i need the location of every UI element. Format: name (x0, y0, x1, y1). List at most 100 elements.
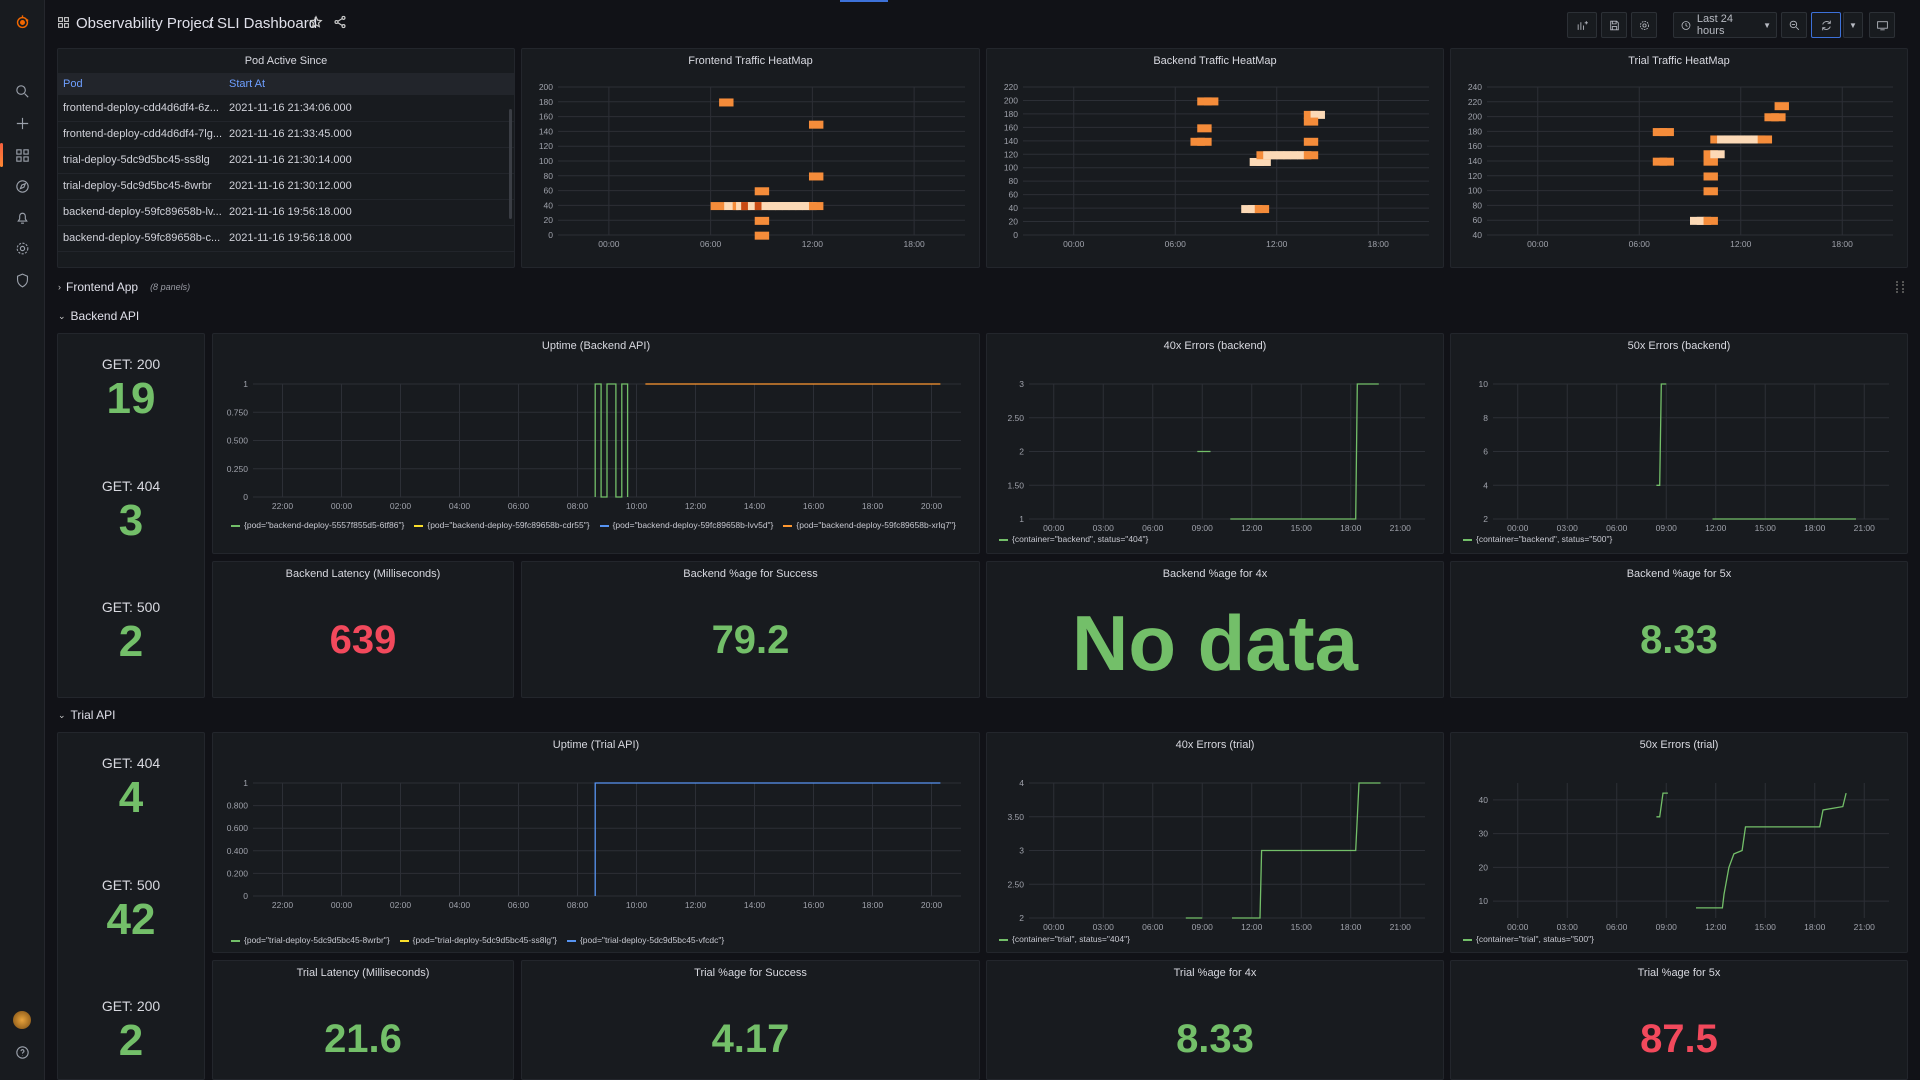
gear-icon[interactable] (10, 236, 34, 260)
x-tick-label: 18:00 (903, 239, 925, 249)
y-tick-label: 160 (1468, 141, 1482, 151)
status-code-count: 19 (106, 374, 156, 423)
time-picker-button[interactable]: Last 24 hours ▼ (1673, 12, 1777, 38)
y-tick-label: 4 (1019, 778, 1024, 788)
row-drag-handle[interactable] (1896, 281, 1904, 293)
table-row[interactable]: trial-deploy-5dc9d5bc45-8wrbr 2021-11-16 … (58, 173, 514, 200)
shield-icon[interactable] (10, 268, 34, 292)
legend-item[interactable]: {container="trial", status="500"} (1463, 934, 1594, 944)
refresh-button[interactable] (1811, 12, 1841, 38)
chart-legend: {pod="backend-deploy-5557f855d5-6tf86"} {… (231, 520, 956, 530)
share-icon[interactable] (333, 15, 347, 34)
legend-item[interactable]: {container="trial", status="404"} (999, 934, 1130, 944)
status-code-count: 42 (106, 894, 156, 944)
legend-swatch (999, 538, 1008, 541)
legend-item[interactable]: {pod="backend-deploy-59fc89658b-lvv5d"} (599, 520, 773, 530)
star-icon[interactable] (309, 15, 323, 34)
help-icon[interactable] (10, 1040, 34, 1064)
x-tick-label: 18:00 (1340, 523, 1362, 533)
errors-40x-trial-panel: 40x Errors (trial) 2 2.50 3 3.50 4 00:00 03:00… (986, 732, 1444, 953)
legend-label: {pod="backend-deploy-59fc89658b-cdr55"} (427, 520, 590, 530)
grafana-logo-icon[interactable] (10, 10, 34, 34)
save-dashboard-button[interactable] (1601, 12, 1627, 38)
heatmap-cell (1303, 151, 1319, 160)
zoom-out-button[interactable] (1781, 12, 1807, 38)
start-at-cell: 2021-11-16 21:34:06.000 (224, 95, 514, 122)
y-tick-label: 100 (1468, 186, 1482, 196)
y-tick-label: 40 (1009, 203, 1019, 213)
y-tick-label: 0.800 (227, 801, 249, 811)
legend-item[interactable]: {pod="backend-deploy-59fc89658b-xrlq7"} (783, 520, 956, 530)
x-tick-label: 14:00 (744, 501, 766, 511)
y-tick-label: 0.600 (227, 823, 249, 833)
legend-item[interactable]: {pod="trial-deploy-5dc9d5bc45-ss8lg"} (399, 935, 557, 945)
x-tick-label: 21:00 (1854, 922, 1876, 932)
x-tick-label: 03:00 (1093, 922, 1115, 932)
breadcrumb-folder[interactable]: Observability Project (76, 15, 214, 32)
legend-swatch (231, 939, 240, 942)
legend-label: {container="backend", status="404"} (1012, 534, 1149, 544)
add-panel-button[interactable] (1567, 12, 1597, 38)
start-at-cell: 2021-11-16 21:30:12.000 (224, 173, 514, 200)
y-tick-label: 240 (1468, 82, 1482, 92)
heatmap-cell (1659, 128, 1674, 137)
avatar[interactable] (10, 1008, 34, 1032)
legend-item[interactable]: {pod="trial-deploy-5dc9d5bc45-vfcdc"} (566, 935, 724, 945)
legend-item[interactable]: {container="backend", status="500"} (1463, 534, 1612, 544)
table-row[interactable]: backend-deploy-59fc89658b-lv... 2021-11-1… (58, 199, 514, 226)
errors-50x-backend-panel: 50x Errors (backend) 2 4 6 8 10 00:00 03:00 06:… (1450, 333, 1908, 554)
explore-icon[interactable] (10, 174, 34, 198)
search-icon[interactable] (10, 79, 34, 103)
errors-40x-backend-chart: 1 1.50 2 2.50 3 00:00 03:00 06:00 09:00 12:00 15:0… (1007, 379, 1425, 533)
y-tick-label: 20 (544, 215, 554, 225)
x-tick-label: 18:00 (1832, 239, 1854, 249)
pod-name-cell: backend-deploy-59fc89658b-lv... (58, 199, 224, 226)
x-tick-label: 21:00 (1390, 922, 1412, 932)
dashboards-icon[interactable] (0, 143, 34, 167)
breadcrumb-dashboard[interactable]: SLI Dashboard (217, 15, 317, 32)
trial-heatmap-chart: 40 60 80 100 120 140 160 180 200 220 240 00:00 06:00… (1468, 82, 1893, 249)
table-row[interactable]: trial-deploy-5dc9d5bc45-ss8lg 2021-11-16 … (58, 147, 514, 174)
chart-legend: {container="backend", status="404"} (999, 534, 1158, 544)
chevron-down-icon: ▼ (1849, 20, 1857, 30)
start-at-cell: 2021-11-16 21:30:14.000 (224, 147, 514, 174)
status-code-label: GET: 200 (101, 356, 161, 372)
legend-label: {pod="backend-deploy-59fc89658b-xrlq7"} (796, 520, 956, 530)
chevron-down-icon: ▼ (1763, 20, 1771, 30)
pod-name-cell: frontend-deploy-cdd4d6df4-7lg... (58, 121, 224, 148)
table-row[interactable]: frontend-deploy-cdd4d6df4-6z... 2021-11-1… (58, 95, 514, 122)
dashboard-navbar: Observability Project / SLI Dashboard La… (45, 0, 1920, 46)
tv-mode-button[interactable] (1869, 12, 1895, 38)
x-tick-label: 06:00 (1142, 523, 1164, 533)
plus-icon[interactable] (10, 111, 34, 135)
legend-swatch (783, 524, 793, 527)
status-code-label: GET: 200 (101, 998, 161, 1015)
y-tick-label: 3 (1019, 379, 1024, 389)
column-header-pod[interactable]: Pod (58, 73, 224, 95)
row-header-backend[interactable]: ⌄ Backend API (58, 306, 139, 326)
heatmap-cell (1757, 135, 1773, 144)
row-header-trial[interactable]: ⌄ Trial API (58, 705, 115, 725)
stat-panel: Trial %age for Success 4.17 (521, 960, 980, 1080)
panel-title: Backend %age for 5x (1626, 568, 1732, 580)
heatmap-cell (710, 202, 726, 211)
heatmap-cell (754, 187, 770, 196)
row-header-frontend[interactable]: › Frontend App (8 panels) (58, 277, 190, 297)
y-tick-label: 120 (1004, 149, 1018, 159)
side-menu (0, 0, 45, 1080)
table-scrollbar[interactable] (509, 109, 512, 219)
alerting-icon[interactable] (10, 205, 34, 229)
table-row[interactable]: backend-deploy-59fc89658b-c... 2021-11-16… (58, 225, 514, 252)
table-row[interactable]: frontend-deploy-cdd4d6df4-7lg... 2021-11-… (58, 121, 514, 148)
legend-item[interactable]: {pod="trial-deploy-5dc9d5bc45-8wrbr"} (231, 935, 390, 945)
column-header-start-at[interactable]: Start At (224, 73, 514, 95)
heatmap-cell (1703, 172, 1718, 181)
legend-item[interactable]: {container="backend", status="404"} (999, 534, 1148, 544)
legend-item[interactable]: {pod="backend-deploy-5557f855d5-6tf86"} (231, 520, 404, 530)
dashboard-settings-button[interactable] (1631, 12, 1657, 38)
x-tick-label: 09:00 (1656, 922, 1678, 932)
refresh-interval-dropdown[interactable]: ▼ (1843, 12, 1863, 38)
legend-item[interactable]: {pod="backend-deploy-59fc89658b-cdr55"} (414, 520, 590, 530)
y-tick-label: 140 (1004, 136, 1018, 146)
heatmap-cell (1774, 102, 1789, 111)
